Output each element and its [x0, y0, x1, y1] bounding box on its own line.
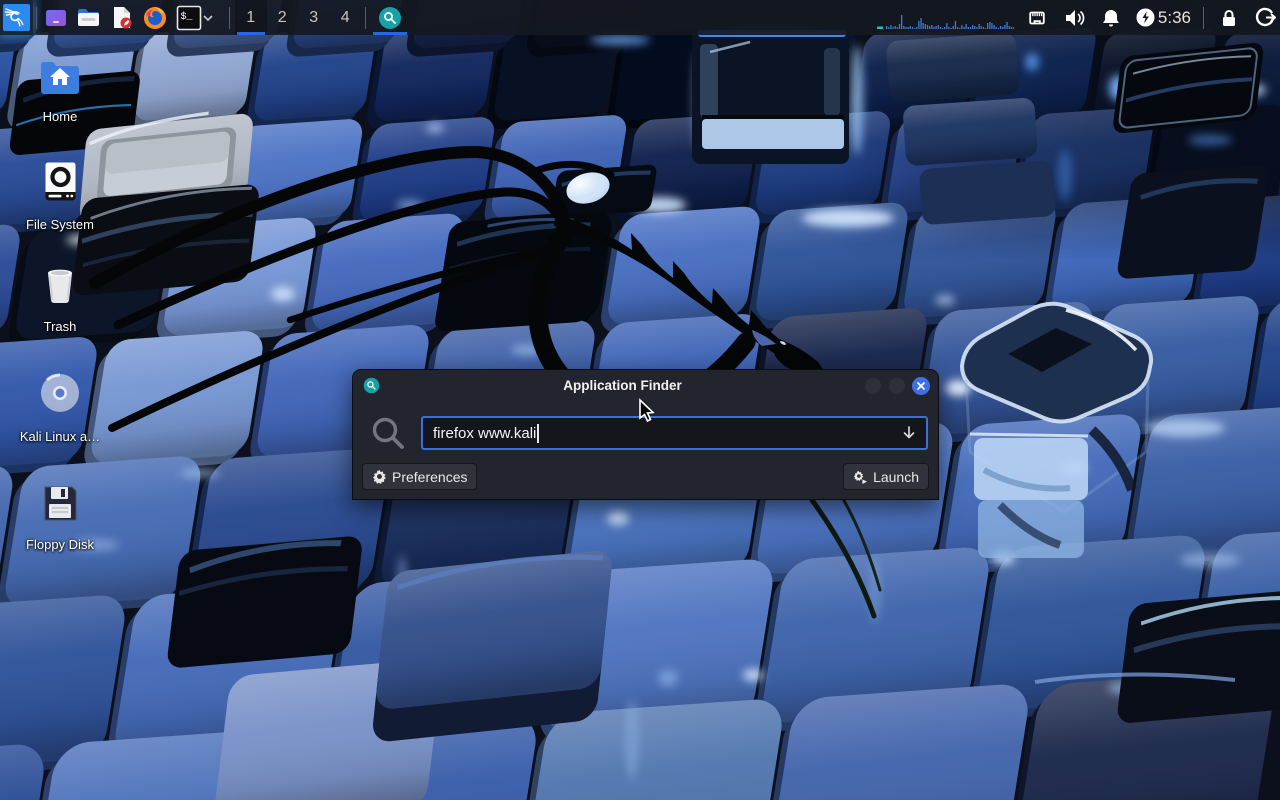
svg-text:$_: $_	[181, 11, 194, 23]
